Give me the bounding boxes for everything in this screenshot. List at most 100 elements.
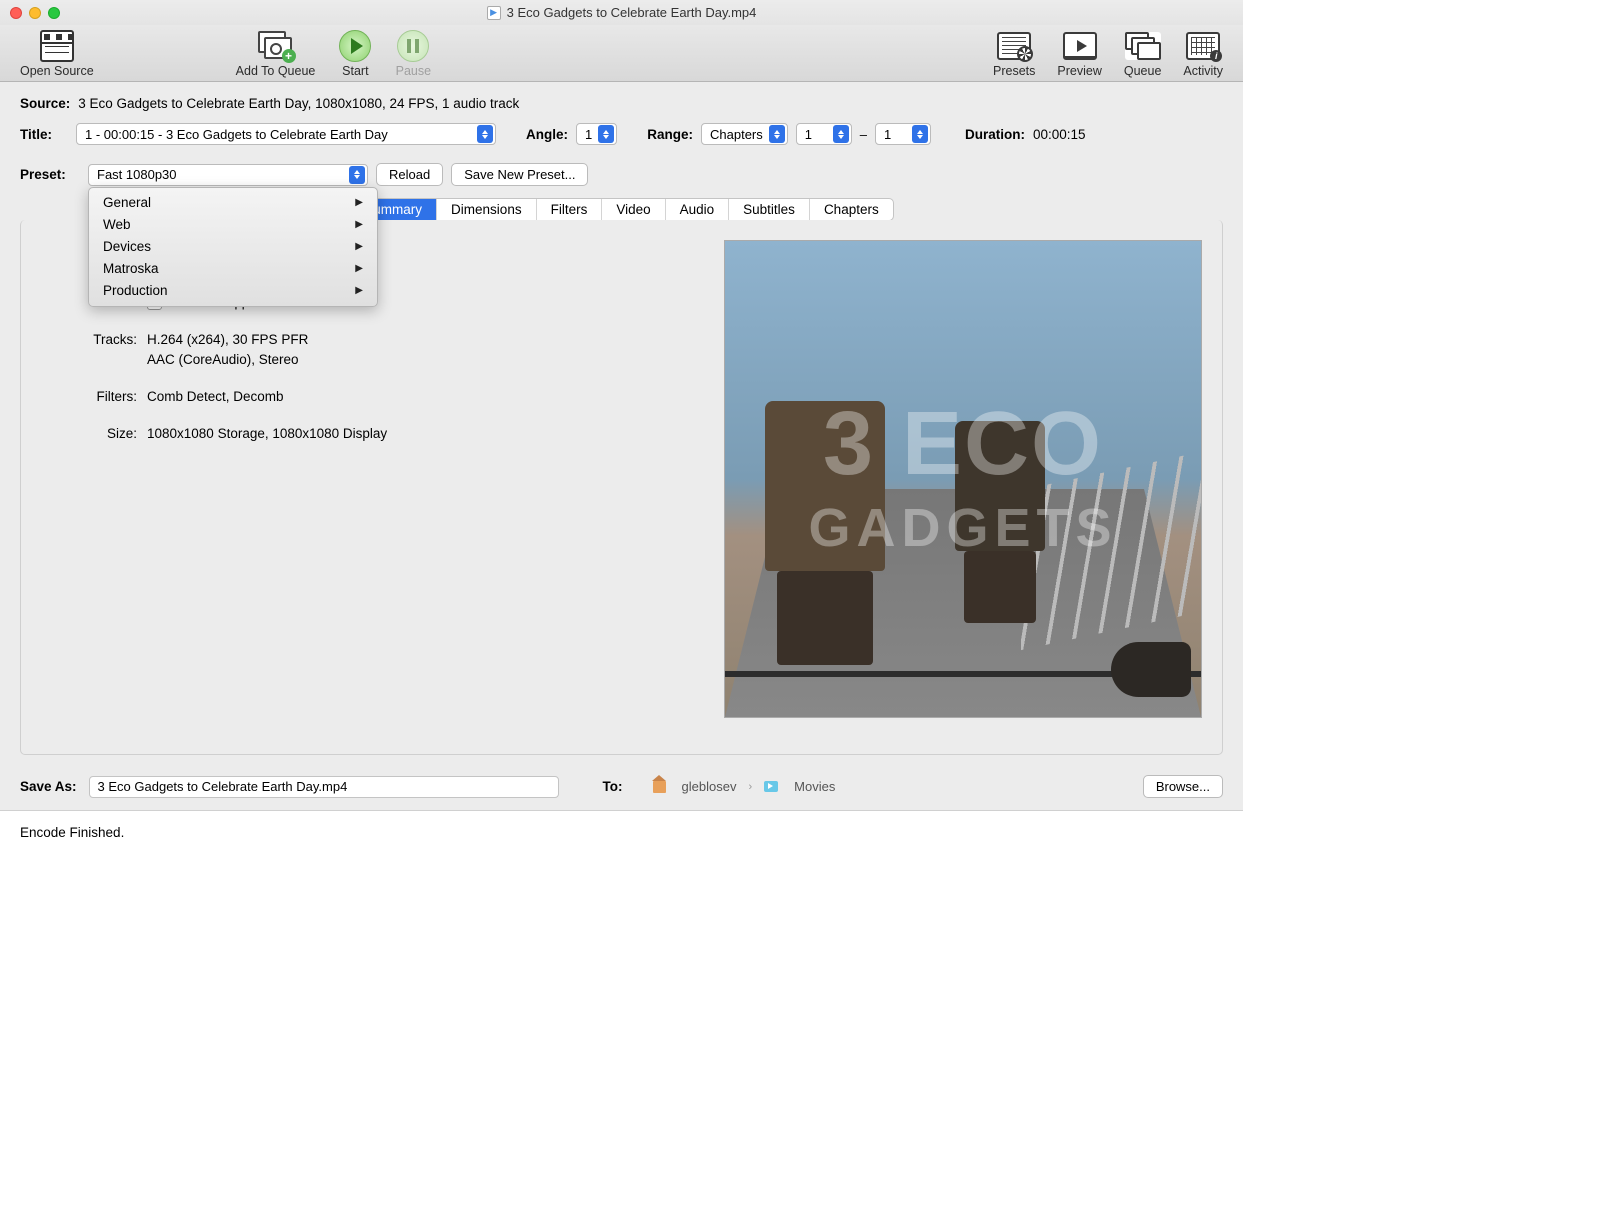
content-area: Source: 3 Eco Gadgets to Celebrate Earth…	[0, 82, 1243, 755]
tab-dimensions[interactable]: Dimensions	[437, 199, 537, 220]
tab-filters[interactable]: Filters	[537, 199, 603, 220]
toolbar: Open Source + Add To Queue Start Pause P…	[0, 25, 1243, 82]
preview-icon	[1063, 32, 1097, 60]
chevron-updown-icon	[912, 125, 928, 143]
path-user[interactable]: gleblosev	[682, 779, 737, 794]
angle-select[interactable]: 1	[576, 123, 617, 145]
presets-label: Presets	[993, 64, 1035, 78]
chevron-right-icon: ›	[748, 781, 752, 793]
chevron-right-icon: ▶	[355, 241, 363, 252]
range-from-select[interactable]: 1	[796, 123, 852, 145]
title-row: Title: 1 - 00:00:15 - 3 Eco Gadgets to C…	[20, 123, 1223, 145]
queue-icon	[1125, 32, 1161, 60]
play-icon	[339, 30, 371, 62]
browse-button[interactable]: Browse...	[1143, 775, 1223, 798]
tracks-line1: H.264 (x264), 30 FPS PFR	[147, 332, 308, 347]
chevron-right-icon: ▶	[355, 263, 363, 274]
chevron-right-icon: ▶	[355, 219, 363, 230]
chevron-right-icon: ▶	[355, 197, 363, 208]
save-new-preset-button[interactable]: Save New Preset...	[451, 163, 588, 186]
duration-label: Duration:	[965, 127, 1025, 142]
chevron-updown-icon	[769, 125, 785, 143]
duration-value: 00:00:15	[1033, 127, 1086, 142]
open-source-button[interactable]: Open Source	[10, 30, 104, 78]
range-label: Range:	[647, 127, 693, 142]
status-bar: Encode Finished.	[0, 810, 1243, 870]
tab-subtitles[interactable]: Subtitles	[729, 199, 810, 220]
save-as-input[interactable]: 3 Eco Gadgets to Celebrate Earth Day.mp4	[89, 776, 559, 798]
source-value: 3 Eco Gadgets to Celebrate Earth Day, 10…	[78, 96, 519, 111]
angle-value: 1	[585, 127, 592, 142]
title-label: Title:	[20, 127, 68, 142]
presets-button[interactable]: Presets	[983, 30, 1045, 78]
tracks-label: Tracks:	[41, 332, 137, 347]
save-as-label: Save As:	[20, 779, 77, 794]
presets-icon	[997, 32, 1031, 60]
preset-dropdown: General▶ Web▶ Devices▶ Matroska▶ Product…	[88, 187, 378, 307]
status-text: Encode Finished.	[20, 825, 124, 840]
start-label: Start	[342, 64, 368, 78]
chevron-updown-icon	[833, 125, 849, 143]
range-mode-select[interactable]: Chapters	[701, 123, 788, 145]
preset-menu-devices[interactable]: Devices▶	[89, 236, 377, 258]
tracks-line2: AAC (CoreAudio), Stereo	[147, 352, 299, 367]
to-label: To:	[603, 779, 623, 794]
preset-menu-general[interactable]: General▶	[89, 192, 377, 214]
activity-button[interactable]: Activity	[1173, 30, 1233, 78]
range-dash: –	[860, 127, 867, 142]
save-row: Save As: 3 Eco Gadgets to Celebrate Eart…	[0, 755, 1243, 810]
tab-video[interactable]: Video	[602, 199, 665, 220]
preset-menu-matroska[interactable]: Matroska▶	[89, 258, 377, 280]
preview-thumbnail: 3 ECO GADGETS	[724, 240, 1202, 718]
open-source-label: Open Source	[20, 64, 94, 78]
reload-button[interactable]: Reload	[376, 163, 443, 186]
window-title-text: 3 Eco Gadgets to Celebrate Earth Day.mp4	[507, 5, 757, 20]
overlay-line2: GADGETS	[808, 497, 1117, 559]
preset-row: Preset: Fast 1080p30 General▶ Web▶ Devic…	[20, 163, 1223, 186]
title-select[interactable]: 1 - 00:00:15 - 3 Eco Gadgets to Celebrat…	[76, 123, 496, 145]
pause-button[interactable]: Pause	[385, 30, 441, 78]
size-value: 1080x1080 Storage, 1080x1080 Display	[147, 426, 387, 441]
filters-label: Filters:	[41, 389, 137, 404]
filters-value: Comb Detect, Decomb	[147, 389, 284, 404]
pause-label: Pause	[396, 64, 431, 78]
tab-audio[interactable]: Audio	[666, 199, 730, 220]
source-label: Source:	[20, 96, 70, 111]
window-title: ▶ 3 Eco Gadgets to Celebrate Earth Day.m…	[0, 5, 1243, 20]
activity-label: Activity	[1183, 64, 1223, 78]
preset-menu-production[interactable]: Production▶	[89, 280, 377, 302]
preset-label: Preset:	[20, 167, 80, 182]
chevron-updown-icon	[477, 125, 493, 143]
range-to-value: 1	[884, 127, 891, 142]
chevron-updown-icon	[349, 166, 365, 184]
clapperboard-icon	[40, 30, 74, 62]
preset-menu-web[interactable]: Web▶	[89, 214, 377, 236]
queue-button[interactable]: Queue	[1114, 30, 1172, 78]
path-folder[interactable]: Movies	[794, 779, 835, 794]
add-to-queue-button[interactable]: + Add To Queue	[226, 30, 326, 78]
source-row: Source: 3 Eco Gadgets to Celebrate Earth…	[20, 96, 1223, 111]
angle-label: Angle:	[526, 127, 568, 142]
range-from-value: 1	[805, 127, 812, 142]
preset-value: Fast 1080p30	[97, 167, 177, 182]
chevron-updown-icon	[598, 125, 614, 143]
queue-label: Queue	[1124, 64, 1162, 78]
activity-icon	[1186, 32, 1220, 60]
preset-select[interactable]: Fast 1080p30	[88, 164, 368, 186]
tab-chapters[interactable]: Chapters	[810, 199, 893, 220]
preview-label: Preview	[1057, 64, 1101, 78]
add-queue-icon: +	[258, 31, 294, 61]
title-value: 1 - 00:00:15 - 3 Eco Gadgets to Celebrat…	[85, 127, 388, 142]
overlay-line1: 3 ECO	[823, 399, 1103, 489]
preview-button[interactable]: Preview	[1047, 30, 1111, 78]
range-to-select[interactable]: 1	[875, 123, 931, 145]
size-label: Size:	[41, 426, 137, 441]
pause-icon	[397, 30, 429, 62]
chevron-right-icon: ▶	[355, 285, 363, 296]
add-to-queue-label: Add To Queue	[236, 64, 316, 78]
start-button[interactable]: Start	[327, 30, 383, 78]
titlebar: ▶ 3 Eco Gadgets to Celebrate Earth Day.m…	[0, 0, 1243, 25]
range-mode-value: Chapters	[710, 127, 763, 142]
document-icon: ▶	[487, 6, 501, 20]
folder-icon	[764, 781, 778, 792]
